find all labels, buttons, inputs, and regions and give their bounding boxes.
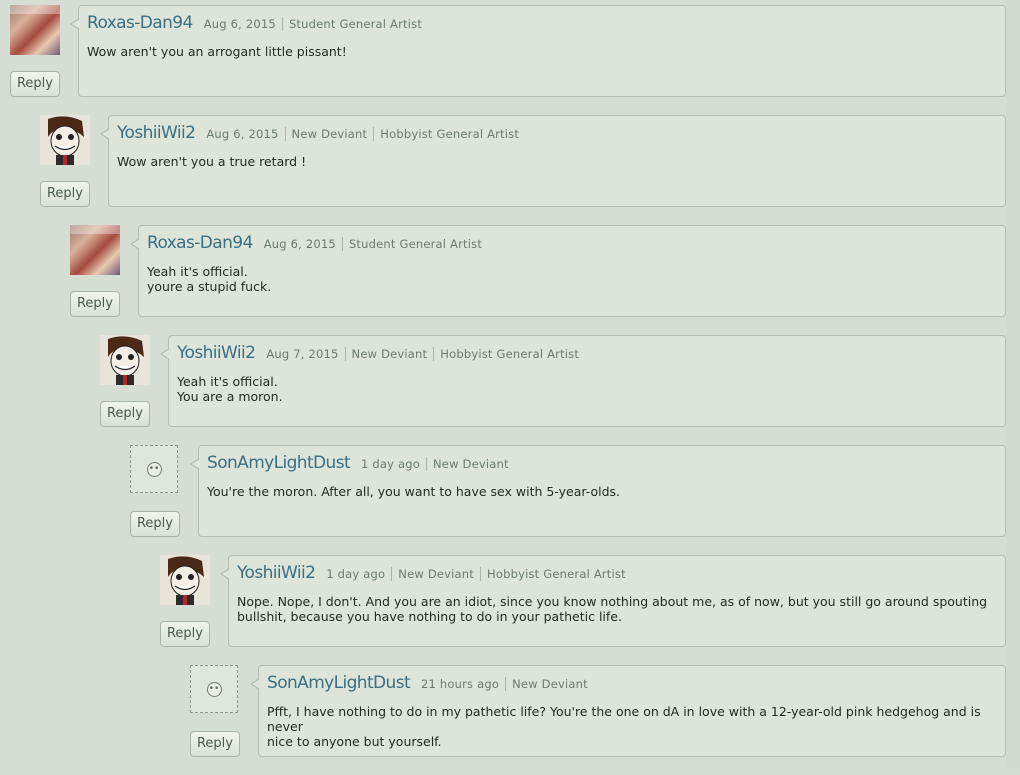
comment-bubble: YoshiiWii2 Aug 6, 2015 New Deviant Hobby… [100, 115, 1006, 207]
comment: Reply Roxas-Dan94 Aug 6, 2015 Student Ge… [70, 225, 1006, 335]
comment-date[interactable]: 21 hours ago [421, 677, 499, 691]
user-type-tag: New Deviant [391, 567, 474, 581]
username[interactable]: Roxas-Dan94 [147, 233, 253, 253]
comment-body: Yeah it's official. You are a moron. [177, 374, 995, 404]
username[interactable]: YoshiiWii2 [177, 343, 256, 363]
comment-body: Wow aren't you an arrogant little pissan… [87, 44, 995, 59]
comment-text-line: Yeah it's official. [147, 264, 248, 279]
comment-body: Yeah it's official. youre a stupid fuck. [147, 264, 995, 294]
cartoon-face-icon [100, 335, 150, 385]
cartoon-face-icon [40, 115, 90, 165]
reply-button[interactable]: Reply [100, 401, 150, 427]
comment-text-line: Wow aren't you a true retard ! [117, 154, 307, 169]
comment-text-line: nice to anyone but yourself. [267, 734, 442, 749]
comment-bubble: Roxas-Dan94 Aug 6, 2015 Student General … [70, 5, 1006, 97]
comment: •• Reply SonAmyLightDust 1 day ago New D… [130, 445, 1006, 555]
avatar[interactable]: •• [130, 445, 178, 493]
comment-date[interactable]: Aug 6, 2015 [264, 237, 336, 251]
comment-text-line: Wow aren't you an arrogant little pissan… [87, 44, 347, 59]
username[interactable]: SonAmyLightDust [207, 453, 351, 473]
reply-button[interactable]: Reply [130, 511, 180, 537]
comment-bubble: YoshiiWii2 Aug 7, 2015 New Deviant Hobby… [160, 335, 1006, 427]
comment-bubble: YoshiiWii2 1 day ago New Deviant Hobbyis… [220, 555, 1006, 647]
comment: •• Reply SonAmyLightDust 21 hours ago Ne… [190, 665, 1006, 775]
comment-text-line: bullshit, because you have nothing to do… [237, 609, 622, 624]
comment-text-line: Yeah it's official. [177, 374, 278, 389]
cartoon-face-icon [160, 555, 210, 605]
comment-text-line: Nope. Nope, I don't. And you are an idio… [237, 594, 988, 609]
avatar[interactable] [40, 115, 90, 165]
comment-text-line: Pfft, I have nothing to do in my patheti… [267, 704, 981, 734]
comment: Reply YoshiiWii2 Aug 6, 2015 New Deviant… [40, 115, 1006, 225]
comment: Reply YoshiiWii2 1 day ago New Deviant H… [160, 555, 1006, 665]
avatar[interactable]: •• [190, 665, 238, 713]
comment-text-line: youre a stupid fuck. [147, 279, 272, 294]
avatar[interactable] [10, 5, 60, 55]
default-avatar-icon: •• [206, 681, 222, 697]
user-type-tag: Student General Artist [341, 237, 482, 251]
username[interactable]: Roxas-Dan94 [87, 13, 193, 33]
reply-button[interactable]: Reply [40, 181, 90, 207]
user-type-tag: New Deviant [344, 347, 428, 361]
user-type-tag: Hobbyist General Artist [373, 127, 519, 141]
reply-button[interactable]: Reply [10, 71, 60, 97]
comment-date[interactable]: 1 day ago [326, 567, 385, 581]
comment-date[interactable]: Aug 7, 2015 [266, 347, 338, 361]
comment: Reply YoshiiWii2 Aug 7, 2015 New Deviant… [100, 335, 1006, 445]
comment-body: Nope. Nope, I don't. And you are an idio… [237, 594, 995, 624]
user-type-tag: New Deviant [284, 127, 368, 141]
comment-bubble: SonAmyLightDust 1 day ago New Deviant Yo… [190, 445, 1006, 537]
user-type-tag: New Deviant [505, 677, 588, 691]
comment-body: You're the moron. After all, you want to… [207, 484, 995, 499]
default-avatar-icon: •• [146, 461, 162, 477]
comment-body: Wow aren't you a true retard ! [117, 154, 995, 169]
comment-bubble: SonAmyLightDust 21 hours ago New Deviant… [250, 665, 1006, 757]
user-type-tag: New Deviant [426, 457, 509, 471]
user-type-tag: Hobbyist General Artist [480, 567, 626, 581]
page-scrollbar[interactable] [1006, 0, 1020, 768]
comment-date[interactable]: 1 day ago [361, 457, 420, 471]
username[interactable]: SonAmyLightDust [267, 673, 411, 693]
reply-button[interactable]: Reply [190, 731, 240, 757]
comment-text-line: You're the moron. After all, you want to… [207, 484, 620, 499]
username[interactable]: YoshiiWii2 [117, 123, 196, 143]
avatar[interactable] [160, 555, 210, 605]
user-type-tag: Hobbyist General Artist [433, 347, 579, 361]
comment-text-line: You are a moron. [177, 389, 283, 404]
user-type-tag: Student General Artist [281, 17, 422, 31]
avatar[interactable] [100, 335, 150, 385]
comment-date[interactable]: Aug 6, 2015 [206, 127, 278, 141]
reply-button[interactable]: Reply [160, 621, 210, 647]
comment-body: Pfft, I have nothing to do in my patheti… [267, 704, 995, 749]
reply-button[interactable]: Reply [70, 291, 120, 317]
comment-date[interactable]: Aug 6, 2015 [204, 17, 276, 31]
comment-bubble: Roxas-Dan94 Aug 6, 2015 Student General … [130, 225, 1006, 317]
avatar[interactable] [70, 225, 120, 275]
comment: Reply Roxas-Dan94 Aug 6, 2015 Student Ge… [10, 5, 1006, 115]
username[interactable]: YoshiiWii2 [237, 563, 316, 583]
